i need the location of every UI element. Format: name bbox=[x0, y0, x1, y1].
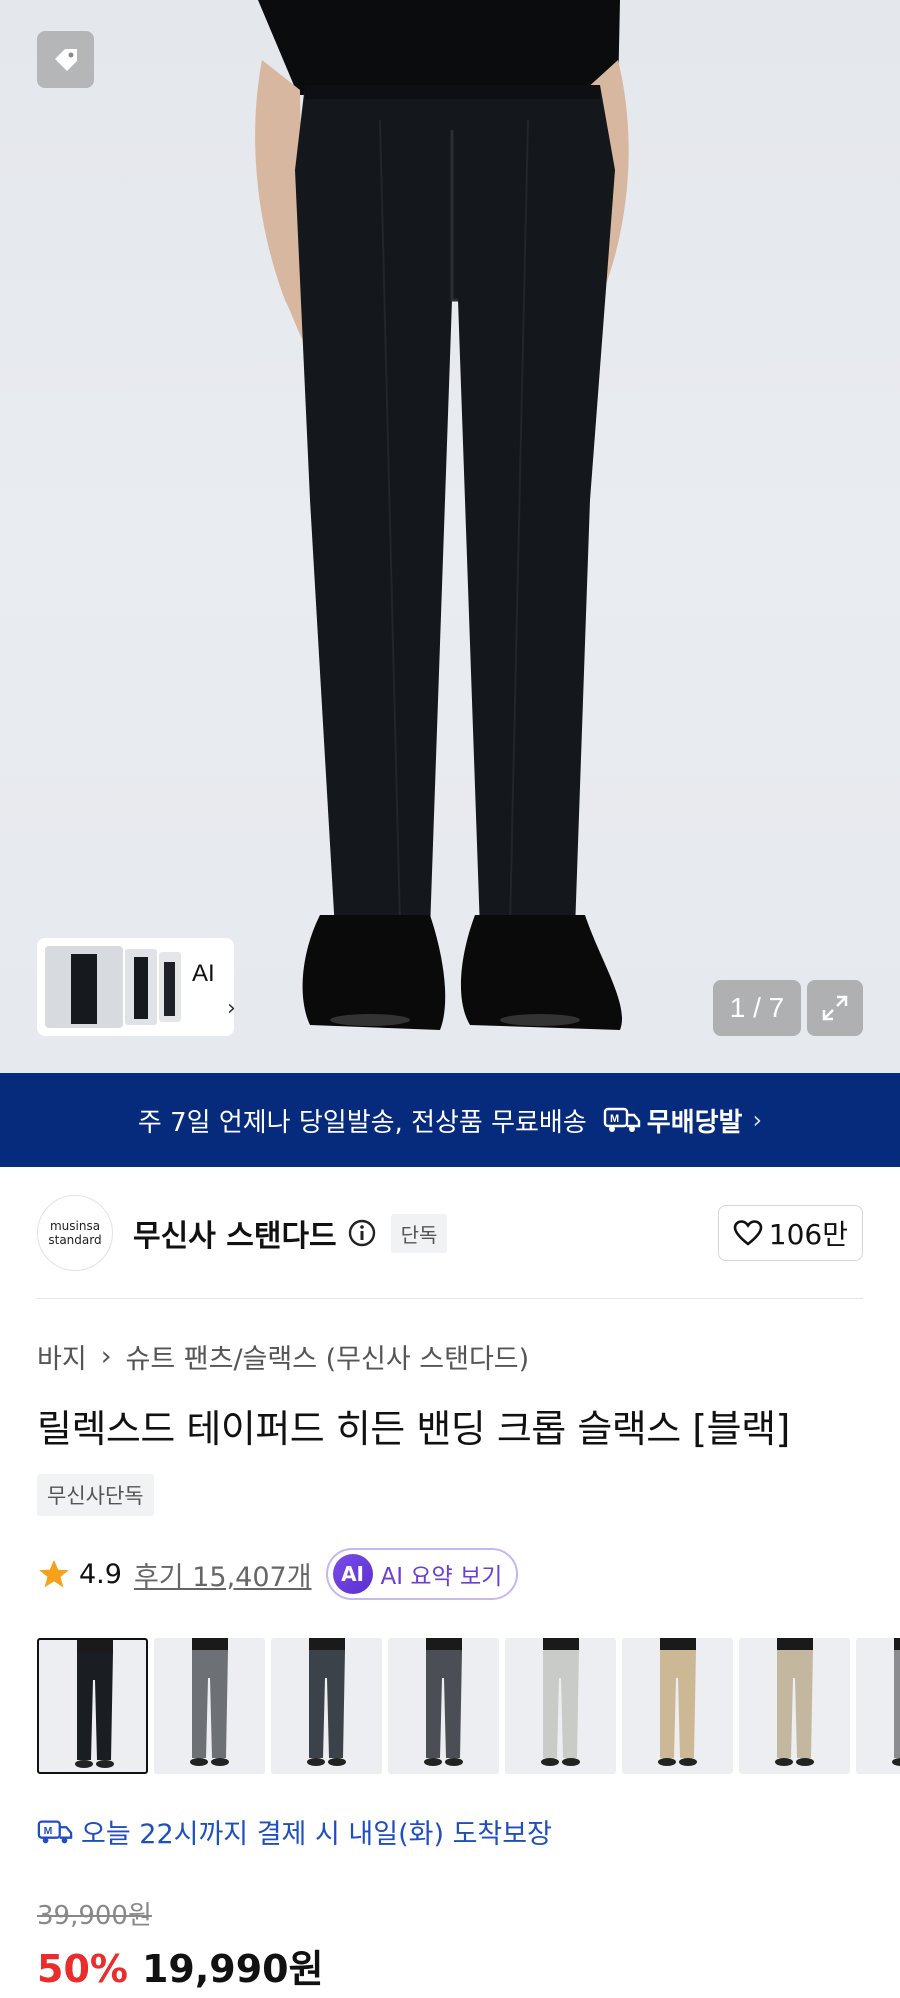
exclusive-tag: 무신사단독 bbox=[37, 1474, 154, 1516]
exclusive-badge: 단독 bbox=[390, 1213, 448, 1253]
chevron-right-icon: › bbox=[752, 1106, 763, 1134]
thumbnail-image bbox=[45, 946, 123, 1028]
color-swatches bbox=[37, 1638, 900, 1774]
banner-text: 주 7일 언제나 당일발송, 전상품 무료배송 bbox=[137, 1107, 587, 1138]
delivery-text: 오늘 22시까지 결제 시 내일(화) 도착보장 bbox=[81, 1819, 552, 1850]
final-price: 19,990원 bbox=[141, 1947, 324, 1991]
color-swatch[interactable] bbox=[505, 1638, 616, 1774]
logo-text: standard bbox=[48, 1233, 102, 1247]
ai-icon: AI bbox=[332, 1554, 373, 1594]
product-hero-image[interactable]: AI › 1 / 7 bbox=[0, 0, 900, 1073]
discount-rate: 50% bbox=[37, 1947, 128, 1991]
brand-row[interactable]: musinsa standard 무신사 스탠다드 단독 106만 bbox=[37, 1195, 863, 1271]
color-swatch[interactable] bbox=[271, 1638, 382, 1774]
color-swatch[interactable] bbox=[622, 1638, 733, 1774]
ai-label: AI bbox=[192, 960, 215, 987]
breadcrumb-subcategory[interactable]: 슈트 팬츠/슬랙스 (무신사 스탠다드) bbox=[126, 1337, 530, 1376]
ai-lookbook-thumbnail[interactable]: AI › bbox=[37, 938, 236, 1036]
review-count-link[interactable]: 후기 15,407개 bbox=[134, 1555, 312, 1594]
logo-text: musinsa bbox=[49, 1219, 101, 1233]
star-icon bbox=[39, 1559, 69, 1588]
delivery-truck-icon: M bbox=[603, 1107, 640, 1132]
color-swatch[interactable] bbox=[856, 1638, 900, 1774]
like-button[interactable]: 106만 bbox=[717, 1205, 863, 1261]
expand-icon bbox=[822, 995, 848, 1021]
like-count: 106만 bbox=[768, 1218, 848, 1251]
rating-value: 4.9 bbox=[79, 1558, 122, 1590]
tag-button[interactable] bbox=[37, 31, 94, 88]
breadcrumb-category[interactable]: 바지 bbox=[37, 1337, 87, 1376]
original-price: 39,900원 bbox=[37, 1901, 152, 1931]
thumbnail-image bbox=[159, 952, 181, 1022]
shipping-banner[interactable]: 주 7일 언제나 당일발송, 전상품 무료배송 M 무배당발 › bbox=[0, 1073, 900, 1167]
model-illustration bbox=[255, 0, 629, 1030]
delivery-truck-icon: M bbox=[37, 1819, 73, 1843]
brand-logo[interactable]: musinsa standard bbox=[37, 1195, 113, 1271]
banner-brand: M 무배당발 bbox=[603, 1102, 743, 1139]
banner-brand-label: 무배당발 bbox=[646, 1107, 743, 1138]
heart-icon bbox=[733, 1220, 763, 1246]
ai-summary-button[interactable]: AI AI 요약 보기 bbox=[325, 1548, 519, 1600]
color-swatch[interactable] bbox=[37, 1638, 148, 1774]
brand-name[interactable]: 무신사 스탠다드 bbox=[133, 1211, 337, 1255]
chevron-right-icon: › bbox=[227, 996, 236, 1021]
ai-summary-label: AI 요약 보기 bbox=[380, 1564, 503, 1590]
expand-button[interactable] bbox=[807, 980, 863, 1036]
rating-row: 4.9 후기 15,407개 AI AI 요약 보기 bbox=[37, 1548, 519, 1600]
thumbnail-image bbox=[125, 949, 157, 1025]
color-swatch[interactable] bbox=[388, 1638, 499, 1774]
chevron-right-icon: › bbox=[100, 1341, 112, 1372]
breadcrumb: 바지 › 슈트 팬츠/슬랙스 (무신사 스탠다드) bbox=[37, 1337, 529, 1376]
product-title: 릴렉스드 테이퍼드 히든 밴딩 크롭 슬랙스 [블랙] bbox=[37, 1407, 790, 1451]
price-row: 50% 19,990원 bbox=[37, 1938, 324, 1993]
color-swatch[interactable] bbox=[739, 1638, 850, 1774]
info-icon[interactable] bbox=[347, 1218, 377, 1248]
color-swatch[interactable] bbox=[154, 1638, 265, 1774]
price-tag-icon bbox=[54, 48, 77, 71]
delivery-guarantee: M 오늘 22시까지 결제 시 내일(화) 도착보장 bbox=[37, 1812, 552, 1851]
svg-text:M: M bbox=[610, 1113, 619, 1125]
divider bbox=[37, 1298, 863, 1299]
image-counter: 1 / 7 bbox=[713, 980, 801, 1036]
svg-text:M: M bbox=[44, 1825, 53, 1836]
